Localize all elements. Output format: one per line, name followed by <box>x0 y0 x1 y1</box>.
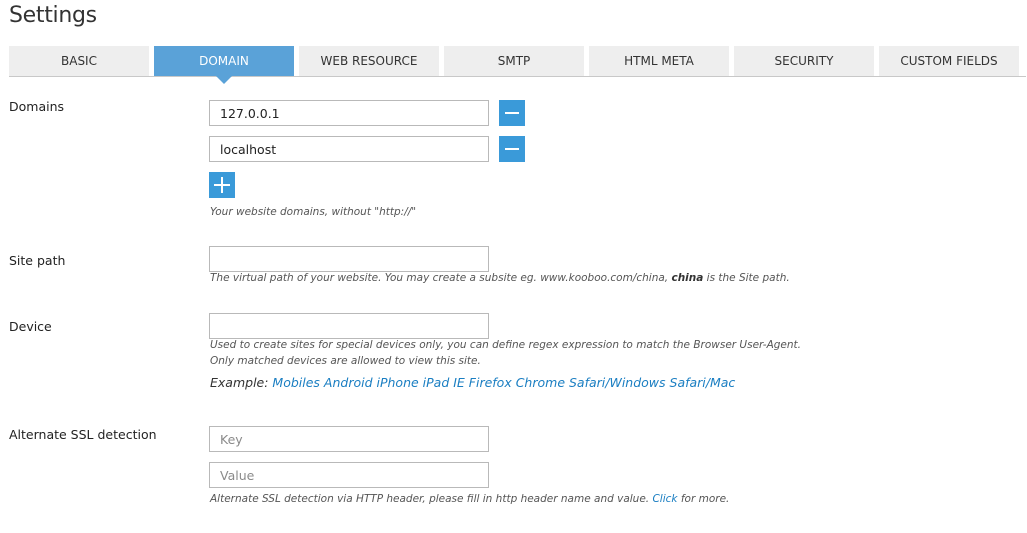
device-example: Example: Mobiles Android iPhone iPad IE … <box>210 375 735 390</box>
device-example-link[interactable]: Mobiles Android iPhone iPad IE Firefox C… <box>272 375 735 390</box>
device-input[interactable] <box>209 313 489 339</box>
domains-hint: Your website domains, without "http://" <box>210 206 417 218</box>
tab-html-meta[interactable]: HTML META <box>589 46 729 76</box>
ssl-value-input[interactable] <box>209 462 489 488</box>
device-label: Device <box>9 319 52 334</box>
tab-web-resource[interactable]: WEB RESOURCE <box>299 46 439 76</box>
tab-security[interactable]: SECURITY <box>734 46 874 76</box>
tab-domain[interactable]: DOMAIN <box>154 46 294 84</box>
ssl-key-input[interactable] <box>209 426 489 452</box>
remove-domain-2-button[interactable] <box>499 136 525 162</box>
remove-domain-1-button[interactable] <box>499 100 525 126</box>
add-domain-button[interactable] <box>209 172 235 198</box>
device-hint-line-2: Only matched devices are allowed to view… <box>210 355 481 367</box>
minus-icon <box>505 148 519 150</box>
domain-input-2[interactable] <box>209 136 489 162</box>
minus-icon <box>505 112 519 114</box>
settings-tabs: BASIC DOMAIN WEB RESOURCE SMTP HTML META… <box>9 46 1026 84</box>
ssl-label: Alternate SSL detection <box>9 427 157 442</box>
ssl-click-link[interactable]: Click <box>652 493 677 505</box>
domain-input-1[interactable] <box>209 100 489 126</box>
ssl-hint: Alternate SSL detection via HTTP header,… <box>210 493 730 505</box>
site-path-hint: The virtual path of your website. You ma… <box>210 272 790 284</box>
tab-basic[interactable]: BASIC <box>9 46 149 76</box>
device-hint-line-1: Used to create sites for special devices… <box>210 339 801 351</box>
active-tab-arrow-icon <box>216 76 232 84</box>
domains-label: Domains <box>9 99 65 114</box>
device-example-label: Example: <box>210 375 273 390</box>
settings-page: Settings BASIC DOMAIN WEB RESOURCE SMTP … <box>0 0 1027 533</box>
tab-domain-label: DOMAIN <box>199 54 249 68</box>
tab-smtp[interactable]: SMTP <box>444 46 584 76</box>
site-path-input[interactable] <box>209 246 489 272</box>
tab-custom-fields[interactable]: CUSTOM FIELDS <box>879 46 1019 76</box>
site-path-label: Site path <box>9 253 66 268</box>
page-title: Settings <box>9 3 97 28</box>
